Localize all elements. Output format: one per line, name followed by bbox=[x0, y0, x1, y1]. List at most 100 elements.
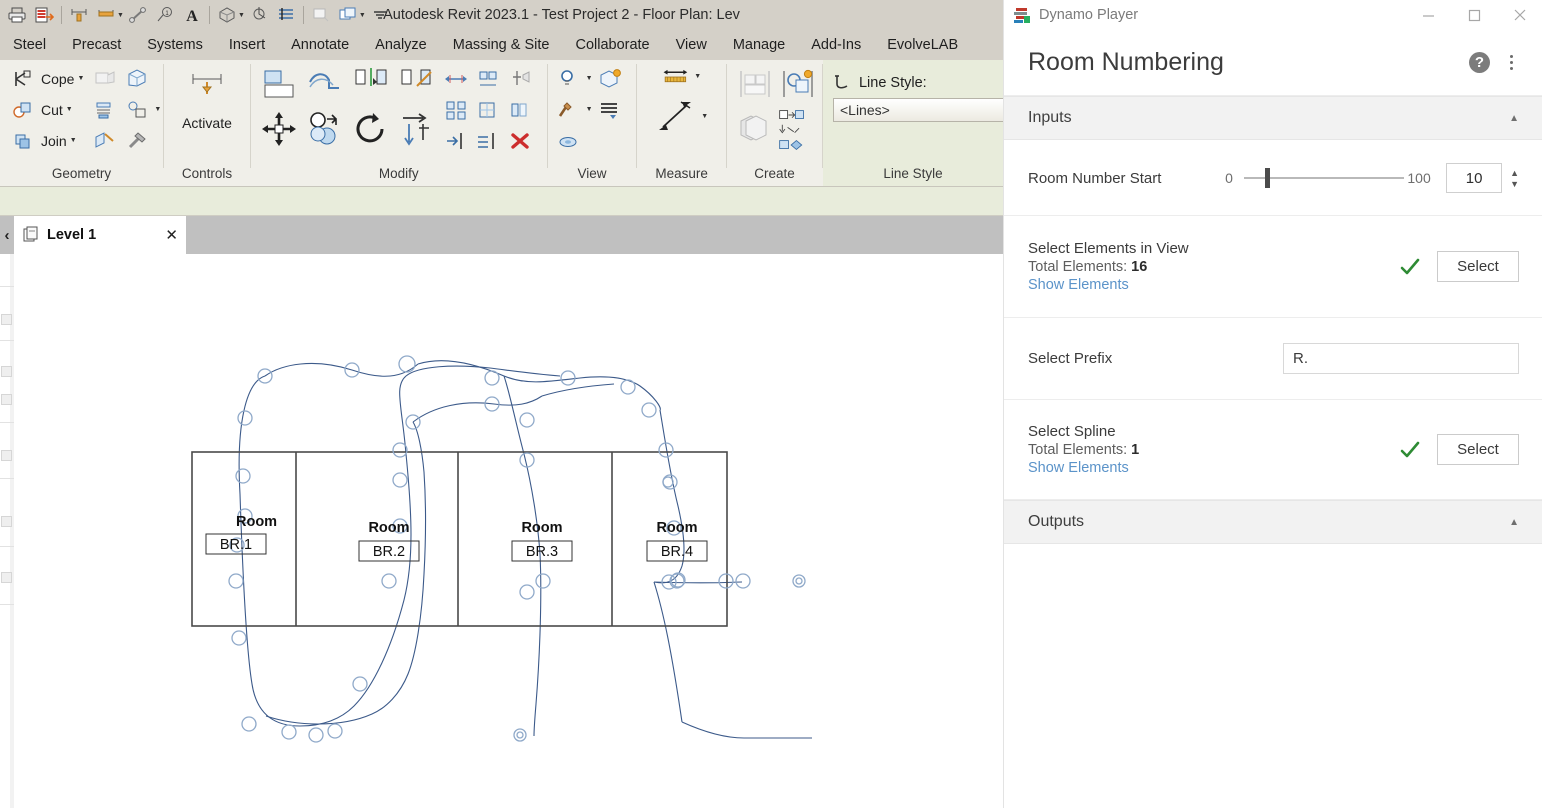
beam-join-icon[interactable] bbox=[90, 95, 120, 124]
number-stepper[interactable]: ▲ ▼ bbox=[1510, 168, 1519, 188]
unpin-icon[interactable] bbox=[505, 95, 535, 124]
mirror-draw-axis-icon[interactable] bbox=[395, 64, 439, 106]
rail-icon-5[interactable] bbox=[1, 516, 12, 527]
split-element-icon[interactable] bbox=[441, 126, 471, 155]
help-icon[interactable]: ? bbox=[1469, 52, 1490, 73]
create-assembly-icon[interactable] bbox=[777, 108, 807, 122]
outputs-section-header[interactable]: Outputs ▲ bbox=[1004, 500, 1542, 544]
cut-button[interactable]: Cut ▼ bbox=[6, 95, 86, 124]
maximize-icon[interactable] bbox=[1451, 0, 1497, 30]
script-header-actions[interactable]: ? bbox=[1469, 52, 1519, 73]
ribbon-tab-precast[interactable]: Precast bbox=[59, 30, 134, 60]
chevron-up-icon[interactable]: ▲ bbox=[1509, 113, 1519, 124]
chevron-down-icon[interactable]: ▼ bbox=[70, 137, 77, 144]
chevron-down-icon[interactable]: ▼ bbox=[586, 75, 593, 82]
ribbon-tab-evolvelab[interactable]: EvolveLAB bbox=[874, 30, 971, 60]
align-icon[interactable] bbox=[257, 64, 301, 106]
select-elements-actions[interactable]: Select bbox=[1399, 251, 1519, 282]
hammer-icon[interactable] bbox=[122, 126, 152, 155]
split-face-icon[interactable] bbox=[122, 64, 152, 93]
line-style-combo[interactable]: <Lines> bbox=[832, 98, 1003, 122]
chevron-down-icon[interactable]: ▼ bbox=[154, 106, 161, 113]
stepper-down-icon[interactable]: ▼ bbox=[1510, 179, 1519, 188]
view-templates-icon[interactable] bbox=[595, 95, 625, 124]
reveal-hidden-elements-icon[interactable] bbox=[554, 64, 584, 93]
rail-icon-2[interactable] bbox=[1, 366, 12, 377]
linear-array-icon[interactable] bbox=[441, 95, 471, 124]
ribbon-tab-view[interactable]: View bbox=[663, 30, 720, 60]
delete-icon[interactable] bbox=[505, 126, 535, 155]
trim-extend-icon[interactable] bbox=[395, 108, 439, 150]
ribbon-tab-addins[interactable]: Add-Ins bbox=[798, 30, 874, 60]
move-icon[interactable] bbox=[257, 108, 301, 150]
view-tab-level-1[interactable]: Level 1 ✕ bbox=[14, 216, 186, 254]
close-icon[interactable] bbox=[1497, 0, 1542, 30]
copy-icon[interactable] bbox=[303, 108, 347, 150]
ribbon-tab-strip[interactable]: Steel Precast Systems Insert Annotate An… bbox=[0, 30, 1003, 60]
chevron-down-icon[interactable]: ▼ bbox=[77, 75, 84, 82]
select-prefix-input[interactable]: R. bbox=[1283, 343, 1519, 374]
window-controls[interactable] bbox=[1405, 0, 1542, 30]
view-control-rail[interactable] bbox=[0, 254, 14, 808]
ribbon-tab-systems[interactable]: Systems bbox=[134, 30, 216, 60]
ribbon-tab-massing-site[interactable]: Massing & Site bbox=[440, 30, 563, 60]
pin-icon[interactable] bbox=[505, 64, 535, 93]
join-button[interactable]: Join ▼ bbox=[6, 126, 86, 155]
select-spline-button[interactable]: Select bbox=[1437, 434, 1519, 465]
mirror-pick-axis-icon[interactable] bbox=[349, 64, 393, 106]
room-number-start-slider-group[interactable]: 0 100 10 ▲ ▼ bbox=[1214, 163, 1519, 193]
offset-icon[interactable] bbox=[303, 64, 347, 106]
select-elements-button[interactable]: Select bbox=[1437, 251, 1519, 282]
create-diamond-icon[interactable] bbox=[777, 138, 807, 152]
room-number-start-input[interactable]: 10 bbox=[1446, 163, 1503, 193]
scale-icon[interactable] bbox=[441, 64, 471, 93]
activate-dimensions-button[interactable]: Activate bbox=[170, 64, 244, 131]
kebab-menu-icon[interactable] bbox=[1504, 52, 1519, 73]
select-spline-actions[interactable]: Select bbox=[1399, 434, 1519, 465]
show-elements-link-2[interactable]: Show Elements bbox=[1028, 460, 1139, 476]
ribbon-tab-insert[interactable]: Insert bbox=[216, 30, 278, 60]
collapse-panel-icon[interactable]: ‹ bbox=[0, 222, 14, 248]
ribbon-tab-annotate[interactable]: Annotate bbox=[278, 30, 362, 60]
chevron-down-icon[interactable]: ▼ bbox=[586, 106, 593, 113]
measure-along-element-icon[interactable] bbox=[655, 95, 699, 137]
rail-icon-6[interactable] bbox=[1, 572, 12, 583]
create-part-icon[interactable] bbox=[733, 108, 777, 150]
wall-joins-icon[interactable] bbox=[122, 95, 152, 124]
line-style-label-row: Line Style: bbox=[833, 74, 927, 92]
rail-icon-4[interactable] bbox=[1, 450, 12, 461]
rail-icon-3[interactable] bbox=[1, 394, 12, 405]
ribbon-tab-manage[interactable]: Manage bbox=[720, 30, 798, 60]
inputs-section-header[interactable]: Inputs ▲ bbox=[1004, 96, 1542, 140]
slider-max-label: 100 bbox=[1407, 170, 1431, 186]
drawing-canvas[interactable]: Room BR.1 Room BR.2 Room BR.3 Room BR.4 bbox=[14, 254, 1003, 808]
rotate-icon[interactable] bbox=[349, 108, 393, 150]
visibility-graphics-icon[interactable] bbox=[554, 95, 584, 124]
chevron-down-icon[interactable]: ▼ bbox=[694, 73, 701, 80]
create-group-icon[interactable] bbox=[777, 64, 821, 106]
ribbon-tab-analyze[interactable]: Analyze bbox=[362, 30, 440, 60]
paint-icon[interactable] bbox=[90, 126, 120, 155]
radial-array-icon[interactable] bbox=[473, 95, 503, 124]
split-with-gap-icon[interactable] bbox=[473, 126, 503, 155]
measure-between-references-icon[interactable] bbox=[662, 62, 692, 91]
create-part-flow-icon[interactable] bbox=[777, 123, 807, 137]
ribbon-tab-collaborate[interactable]: Collaborate bbox=[562, 30, 662, 60]
minimize-icon[interactable] bbox=[1405, 0, 1451, 30]
resize-icon[interactable] bbox=[473, 64, 503, 93]
stepper-up-icon[interactable]: ▲ bbox=[1510, 168, 1519, 177]
hide-element-icon[interactable] bbox=[554, 126, 584, 155]
slider-thumb[interactable] bbox=[1264, 168, 1270, 188]
demolish-icon[interactable] bbox=[90, 64, 120, 93]
slider-track[interactable] bbox=[1244, 168, 1405, 188]
chevron-up-icon-outputs[interactable]: ▲ bbox=[1509, 517, 1519, 528]
create-similar-icon[interactable] bbox=[733, 64, 777, 106]
render-in-cloud-icon[interactable] bbox=[595, 64, 625, 93]
ribbon-tab-steel[interactable]: Steel bbox=[0, 30, 59, 60]
chevron-down-icon[interactable]: ▼ bbox=[66, 106, 73, 113]
cope-button[interactable]: Cope ▼ bbox=[6, 64, 86, 93]
close-icon[interactable]: ✕ bbox=[165, 226, 178, 244]
rail-icon-1[interactable] bbox=[1, 314, 12, 325]
chevron-down-icon[interactable]: ▼ bbox=[701, 113, 708, 120]
show-elements-link-1[interactable]: Show Elements bbox=[1028, 277, 1189, 293]
